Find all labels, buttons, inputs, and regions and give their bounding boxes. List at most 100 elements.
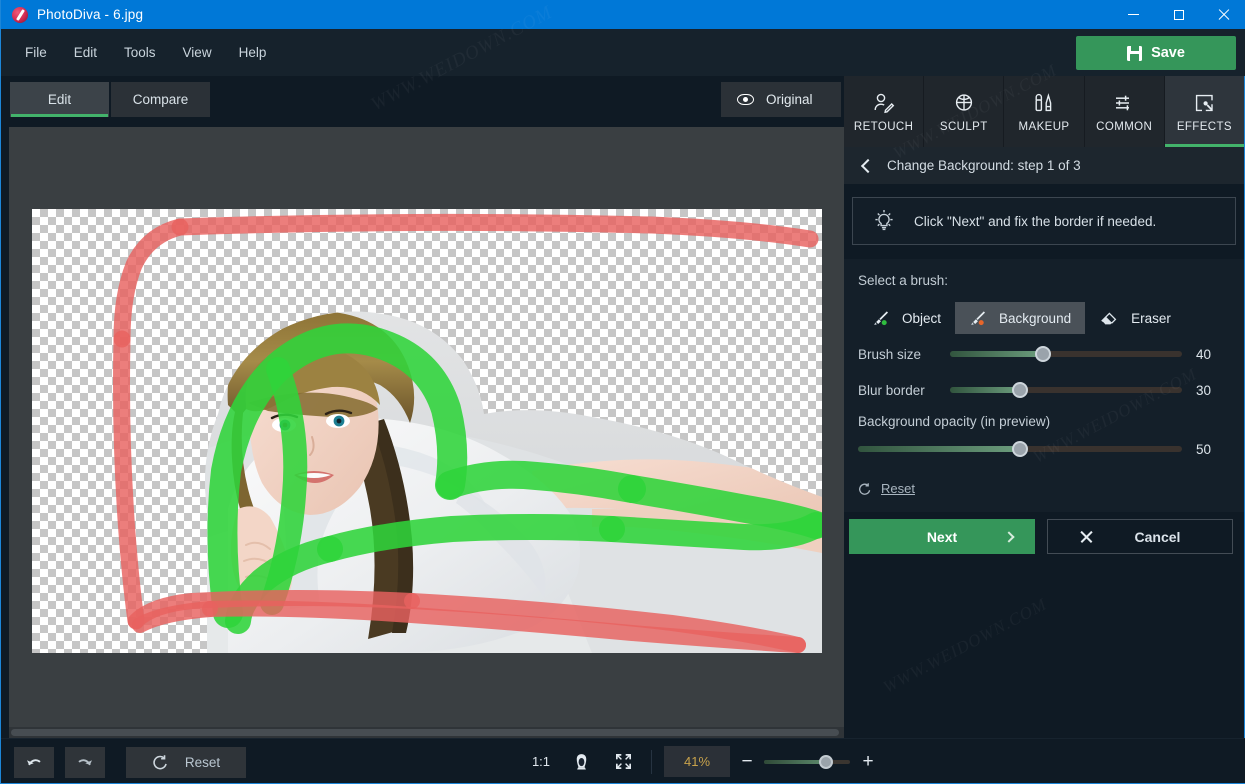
zoom-one-to-one-label: 1:1 — [531, 754, 551, 769]
rotate-ccw-icon — [153, 755, 167, 770]
brush-option-background[interactable]: Background — [955, 302, 1086, 334]
zoom-level-value[interactable]: 41% — [664, 746, 730, 777]
tab-makeup[interactable]: MAKEUP — [1004, 76, 1085, 147]
effects-icon — [1196, 94, 1214, 111]
chevron-right-icon — [1003, 530, 1015, 543]
tab-retouch-label: RETOUCH — [853, 120, 914, 133]
sculpt-icon — [955, 93, 972, 111]
menu-bar: File Edit Tools View Help Save — [1, 29, 1245, 76]
save-button[interactable]: Save — [1076, 36, 1236, 70]
slider-bg-opacity: 50 — [858, 433, 1230, 465]
eraser-icon — [1101, 312, 1117, 325]
chevron-left-icon[interactable] — [860, 158, 876, 173]
tab-sculpt-label: SCULPT — [939, 120, 988, 133]
canvas-horizontal-scrollbar[interactable] — [9, 727, 845, 738]
panel-reset-link[interactable]: Reset — [858, 481, 1230, 496]
tip-box: Click "Next" and fix the border if neede… — [852, 197, 1236, 245]
zoom-slider-track[interactable] — [764, 754, 850, 769]
menu-help[interactable]: Help — [227, 40, 279, 65]
close-icon[interactable] — [1201, 0, 1245, 29]
zoom-controls: 1:1 41% − + — [521, 739, 886, 784]
brush-settings-panel: Select a brush: Object Background Eraser… — [844, 259, 1244, 512]
undo-arrow-icon — [27, 758, 41, 765]
window-title: PhotoDiva - 6.jpg — [37, 7, 144, 22]
scrollbar-thumb[interactable] — [11, 729, 839, 736]
zoom-face-button[interactable] — [561, 739, 601, 784]
save-button-label: Save — [1151, 45, 1185, 61]
brush-background-icon — [971, 311, 986, 326]
zoom-fit-button[interactable] — [601, 739, 645, 784]
tab-edit-label: Edit — [47, 92, 72, 107]
slider-blur-border-track[interactable] — [950, 382, 1182, 398]
minimize-icon[interactable] — [1111, 0, 1156, 29]
slider-brush-size-track[interactable] — [950, 346, 1182, 362]
brush-option-eraser-label: Eraser — [1131, 310, 1171, 326]
view-tabs: Edit Compare — [10, 82, 210, 117]
retouch-icon — [874, 93, 894, 113]
brush-option-background-label: Background — [999, 310, 1072, 326]
slider-brush-size-value: 40 — [1196, 346, 1212, 362]
menu-view[interactable]: View — [171, 40, 224, 65]
bottom-reset-label: Reset — [184, 755, 221, 770]
tab-compare[interactable]: Compare — [111, 82, 210, 117]
tab-retouch[interactable]: RETOUCH — [844, 76, 925, 147]
brush-object-icon — [874, 311, 888, 326]
step-header: Change Background: step 1 of 3 — [844, 147, 1244, 184]
photodiva-logo-icon — [12, 6, 28, 23]
photo-with-mask[interactable] — [32, 209, 822, 653]
zoom-one-to-one-button[interactable]: 1:1 — [521, 739, 561, 784]
image-canvas[interactable]: WWW.WEIDOWN.COM WWW.WEIDOWN.COM — [9, 127, 845, 738]
panel-reset-label: Reset — [881, 481, 915, 496]
slider-brush-size-knob[interactable] — [1034, 346, 1051, 362]
zoom-divider — [651, 749, 652, 774]
tab-effects[interactable]: EFFECTS — [1164, 76, 1245, 147]
tab-makeup-label: MAKEUP — [1018, 120, 1070, 133]
sliders-icon — [1116, 95, 1130, 110]
lightbulb-icon — [875, 210, 893, 231]
cancel-button-label: Cancel — [1134, 528, 1181, 545]
brush-options-row: Object Background Eraser — [858, 302, 1230, 334]
zoom-slider-knob[interactable] — [818, 754, 833, 769]
redo-button[interactable] — [65, 747, 105, 778]
menu-file[interactable]: File — [13, 40, 59, 65]
slider-blur-border-knob[interactable] — [1011, 382, 1028, 398]
zoom-out-label: − — [741, 751, 753, 772]
tab-edit[interactable]: Edit — [10, 82, 109, 117]
tab-compare-label: Compare — [132, 92, 189, 107]
menu-edit[interactable]: Edit — [62, 40, 109, 65]
undo-button[interactable] — [14, 747, 54, 778]
zoom-out-button[interactable]: − — [730, 739, 764, 784]
slider-brush-size: Brush size 40 — [858, 338, 1230, 370]
brush-section-label: Select a brush: — [858, 273, 949, 288]
photodiva-window: PhotoDiva - 6.jpg File Edit Tools View H… — [0, 0, 1245, 784]
bottom-reset-button[interactable]: Reset — [126, 747, 246, 778]
window-controls — [1111, 0, 1245, 29]
slider-blur-border-value: 30 — [1196, 382, 1212, 398]
maximize-icon[interactable] — [1156, 0, 1201, 29]
watermark: WWW.WEIDOWN.COM — [880, 594, 1050, 697]
menu-tools[interactable]: Tools — [112, 40, 168, 65]
redo-arrow-icon — [78, 758, 92, 765]
cancel-button[interactable]: Cancel — [1047, 519, 1233, 554]
next-button[interactable]: Next — [849, 519, 1035, 554]
zoom-in-label: + — [862, 751, 874, 772]
right-panel: RETOUCH SCULPT MAKEUP COMMON EFFECTS Cha… — [844, 60, 1245, 739]
mode-tabs: RETOUCH SCULPT MAKEUP COMMON EFFECTS — [844, 76, 1245, 147]
brush-option-object-label: Object — [902, 310, 942, 326]
brush-option-eraser[interactable]: Eraser — [1085, 302, 1185, 334]
slider-bg-opacity-track[interactable] — [858, 441, 1182, 457]
brush-option-object[interactable]: Object — [858, 302, 955, 334]
panel-actions: Next Cancel — [849, 519, 1239, 554]
slider-bg-opacity-knob[interactable] — [1012, 441, 1028, 457]
rotate-ccw-icon — [859, 482, 871, 495]
original-button-label: Original — [766, 92, 813, 107]
tab-effects-label: EFFECTS — [1176, 120, 1233, 133]
zoom-in-button[interactable]: + — [850, 739, 886, 784]
original-toggle-button[interactable]: Original — [721, 82, 841, 117]
tab-common[interactable]: COMMON — [1085, 76, 1165, 147]
slider-bg-opacity-value: 50 — [1196, 441, 1212, 457]
slider-blur-border-label: Blur border — [858, 382, 925, 398]
tab-sculpt[interactable]: SCULPT — [924, 76, 1005, 147]
next-button-label: Next — [926, 528, 958, 545]
fit-to-screen-icon — [615, 753, 631, 770]
